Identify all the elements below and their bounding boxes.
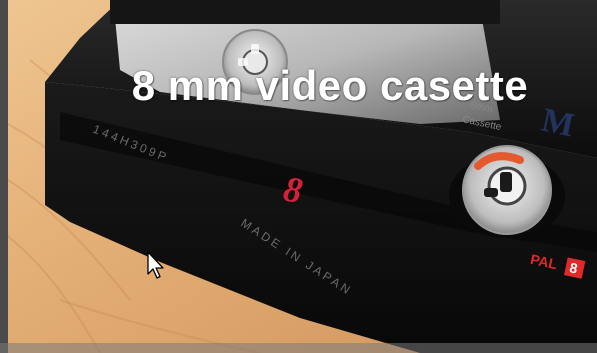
mouse-pointer-icon [147, 251, 164, 279]
photo-frame: 8mm Cassette M 8 144H309P MADE IN JAPAN … [0, 0, 597, 353]
left-border [0, 0, 8, 353]
photo-caption: 8 mm video casette [131, 62, 529, 109]
cassette-photo: 8mm Cassette M 8 144H309P MADE IN JAPAN … [0, 0, 597, 353]
